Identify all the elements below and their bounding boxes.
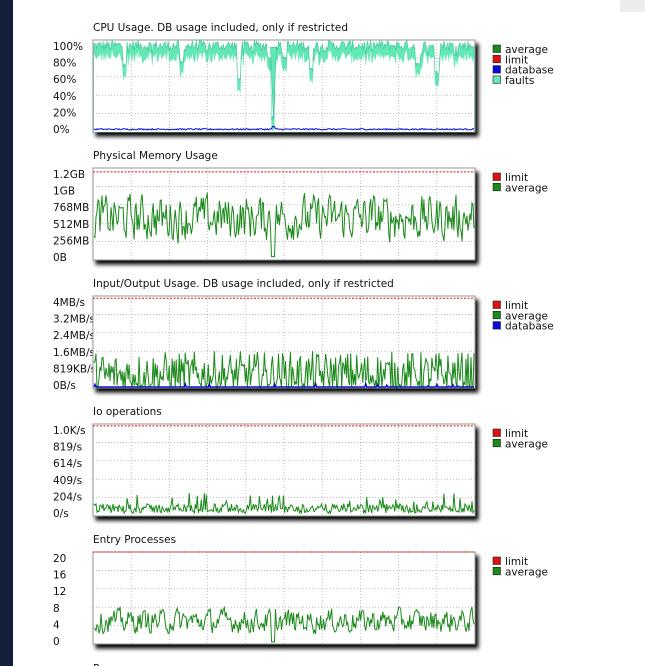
- y-tick-label: 20: [53, 553, 66, 565]
- legend-swatch-average: [492, 310, 501, 320]
- legend-swatch-limit: [492, 54, 501, 64]
- legend-swatch-average: [492, 566, 501, 576]
- legend-swatch-limit: [492, 300, 501, 309]
- y-tick-label: 4: [53, 619, 60, 631]
- y-tick-label: 100%: [53, 41, 83, 53]
- legend-label-average: average: [505, 438, 548, 450]
- y-tick-label: 256MB: [53, 235, 89, 247]
- chart-panel-3: Io operations 1.0K/s 819/s 614/s 409/s 204/s 0…: [53, 406, 548, 520]
- y-tick-label: 819KB/s: [53, 363, 96, 375]
- y-tick-label: 1.2GB: [53, 169, 85, 181]
- y-tick-label: 12: [53, 586, 66, 598]
- y-tick-label: 0B/s: [53, 380, 76, 392]
- legend-label-database: database: [505, 321, 554, 333]
- chart-title: Entry Processes: [93, 534, 176, 546]
- y-tick-label: 3.2MB/s: [53, 314, 95, 326]
- chart-panel-4: Entry Processes201612840limitaverage: [53, 534, 548, 648]
- chart-panel-1: Physical Memory Usage 1.2GB 1GB 768MB 512MB 2…: [53, 150, 548, 264]
- chart-panel-2: Input/Output Usage. DB usage included, o…: [53, 278, 554, 392]
- y-tick-label: 512MB: [53, 219, 89, 231]
- y-tick-label: 8: [53, 603, 60, 615]
- y-tick-label: 80%: [53, 58, 76, 70]
- chart-title: Physical Memory Usage: [93, 150, 218, 162]
- y-tick-label: 20%: [53, 107, 76, 119]
- chart-title: Io operations: [93, 406, 162, 418]
- chart-title: Input/Output Usage. DB usage included, o…: [93, 278, 394, 290]
- y-tick-label: 0B: [53, 252, 67, 264]
- y-tick-label: 0: [53, 636, 60, 648]
- y-tick-label: 0%: [53, 124, 70, 136]
- y-tick-label: 204/s: [53, 491, 82, 503]
- y-tick-label: 1.6MB/s: [53, 347, 95, 359]
- legend-label-average: average: [505, 566, 548, 578]
- legend-swatch-database: [492, 321, 501, 330]
- legend-swatch-average: [492, 183, 501, 192]
- legend-label-faults: faults: [505, 75, 534, 87]
- y-tick-label: 0/s: [53, 508, 69, 520]
- y-tick-label: 60%: [53, 74, 76, 86]
- legend-swatch-limit: [492, 428, 501, 437]
- legend-label-average: average: [505, 182, 548, 194]
- y-tick-label: 40%: [53, 91, 76, 103]
- legend-swatch-database: [492, 65, 501, 74]
- y-tick-label: 16: [53, 570, 67, 582]
- chart-title: CPU Usage. DB usage included, only if re…: [93, 22, 348, 34]
- y-tick-label: 768MB: [53, 202, 89, 214]
- y-tick-label: 4MB/s: [53, 297, 85, 309]
- chart-panel-0: CPU Usage. DB usage included, only if re…: [53, 22, 554, 136]
- legend-swatch-limit: [492, 172, 501, 181]
- legend-swatch-limit: [492, 556, 501, 565]
- y-tick-label: 1GB: [53, 186, 75, 198]
- legend-swatch-average: [492, 44, 501, 53]
- y-tick-label: 1.0K/s: [53, 425, 86, 437]
- y-tick-label: 409/s: [53, 475, 82, 487]
- legend-swatch-average: [492, 438, 501, 448]
- legend-swatch-faults: [492, 75, 501, 84]
- y-tick-label: 2.4MB/s: [53, 330, 95, 342]
- charts-canvas: CPU Usage. DB usage included, only if re…: [53, 22, 554, 666]
- y-tick-label: 819/s: [53, 442, 82, 454]
- y-tick-label: 614/s: [53, 458, 82, 470]
